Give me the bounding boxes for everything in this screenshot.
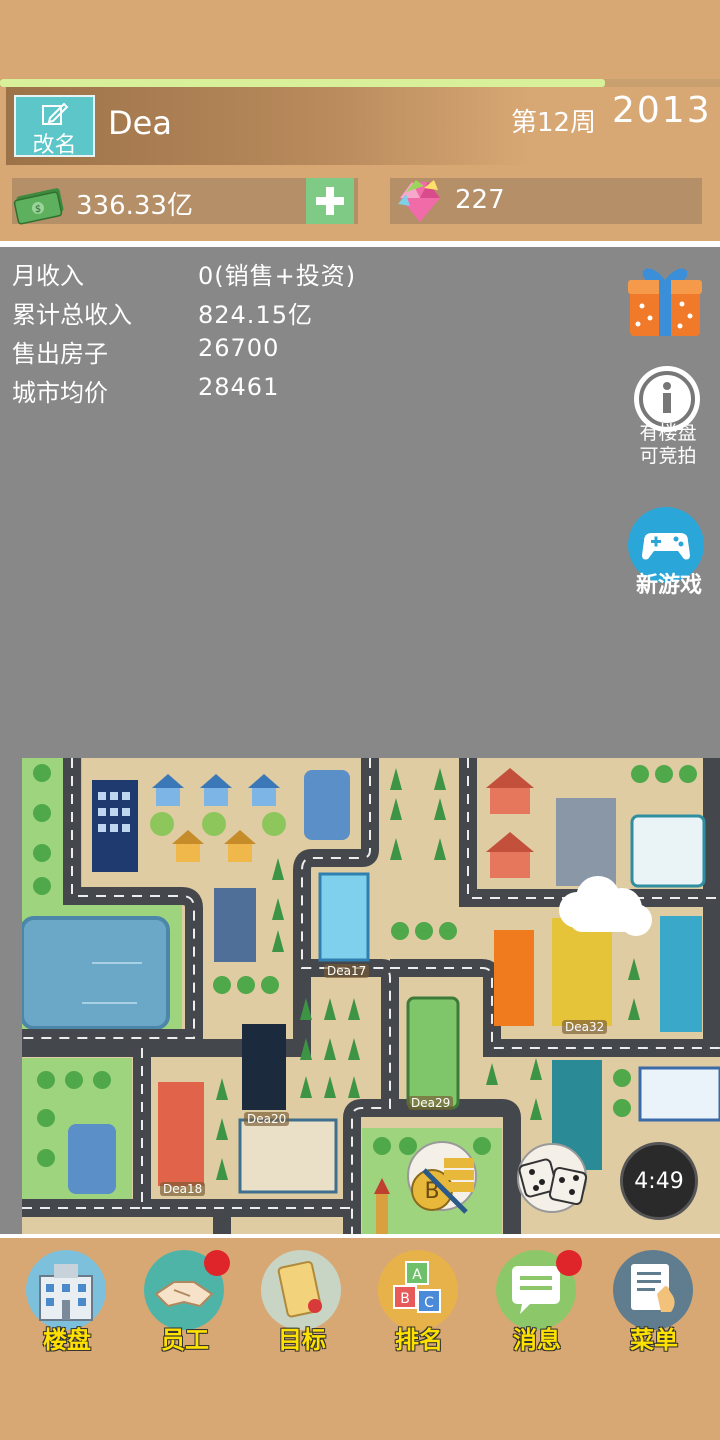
avg-price-value: 28461	[198, 373, 280, 401]
nav-buildings-label: 楼盘	[43, 1326, 91, 1354]
building-label: Dea20	[244, 1112, 290, 1126]
menu-hand-icon	[613, 1250, 693, 1330]
week-label: 第12周	[511, 108, 597, 138]
building-label: Dea29	[408, 1096, 454, 1110]
total-income-label: 累计总收入	[12, 301, 132, 329]
nav-menu[interactable]: 菜单	[613, 1250, 695, 1360]
dice-icon[interactable]	[516, 1150, 592, 1212]
add-money-button[interactable]	[306, 178, 354, 224]
nav-staff[interactable]: 员工	[144, 1250, 230, 1360]
building-icon	[26, 1250, 106, 1330]
pencil-icon	[42, 102, 69, 125]
monthly-income-label: 月收入	[12, 262, 84, 290]
timer-value: 4:49	[634, 1169, 684, 1194]
building-label: Dea32	[562, 1020, 608, 1034]
svg-text:A: A	[412, 1267, 422, 1283]
nav-goals[interactable]: 目标	[261, 1250, 343, 1360]
avg-price-label: 城市均价	[12, 379, 108, 407]
rename-button[interactable]: 改名	[14, 95, 95, 158]
svg-text:B: B	[400, 1291, 410, 1307]
monthly-income-value: 0(销售+投资)	[198, 262, 357, 290]
nav-ranking-label: 排名	[395, 1326, 443, 1354]
auction-line2: 可竞拍	[639, 445, 697, 467]
svg-text:$: $	[35, 204, 41, 215]
rename-label: 改名	[32, 133, 77, 158]
year-label: 2013	[612, 90, 712, 131]
player-name: Dea	[108, 104, 172, 142]
casino-icon[interactable]: B	[404, 1150, 480, 1218]
abc-blocks-icon: ABC	[378, 1250, 458, 1330]
nav-messages[interactable]: 消息	[496, 1250, 582, 1360]
header-divider	[0, 241, 720, 247]
gift-box-icon	[628, 268, 702, 336]
city-map[interactable]: Dea17 Dea32 Dea29 Dea20 Dea18	[22, 758, 720, 1234]
total-income-value: 824.15亿	[198, 301, 313, 329]
timer-button[interactable]: 4:49	[620, 1142, 698, 1220]
auction-line1: 有楼盘	[639, 422, 697, 444]
gem-value: 227	[455, 185, 505, 215]
plus-icon	[316, 187, 344, 215]
nav-ranking[interactable]: ABC 排名	[378, 1250, 460, 1360]
new-game-button[interactable]: 新游戏	[624, 505, 714, 600]
week-progress-bar	[0, 79, 720, 87]
week-progress-fill	[0, 79, 605, 87]
auction-button[interactable]: 有楼盘 可竞拍	[628, 362, 708, 472]
nav-staff-label: 员工	[161, 1326, 209, 1354]
new-game-label: 新游戏	[635, 573, 702, 598]
cash-icon: $	[13, 188, 64, 225]
city-map-graphic	[22, 758, 720, 1234]
nav-buildings[interactable]: 楼盘	[26, 1250, 108, 1360]
scroll-icon	[261, 1250, 341, 1330]
houses-sold-value: 26700	[198, 334, 280, 362]
bottom-nav	[0, 1234, 720, 1440]
staff-notification-badge	[204, 1250, 230, 1276]
messages-notification-badge	[556, 1250, 582, 1276]
svg-text:C: C	[424, 1295, 434, 1311]
nav-messages-label: 消息	[513, 1326, 561, 1354]
nav-menu-label: 菜单	[630, 1326, 678, 1354]
gem-icon	[398, 180, 440, 222]
building-label: Dea17	[324, 964, 370, 978]
building-label: Dea18	[160, 1182, 206, 1196]
houses-sold-label: 售出房子	[12, 340, 108, 368]
gift-button[interactable]	[624, 260, 706, 340]
nav-goals-label: 目标	[278, 1326, 326, 1354]
money-value: 336.33亿	[76, 191, 193, 221]
